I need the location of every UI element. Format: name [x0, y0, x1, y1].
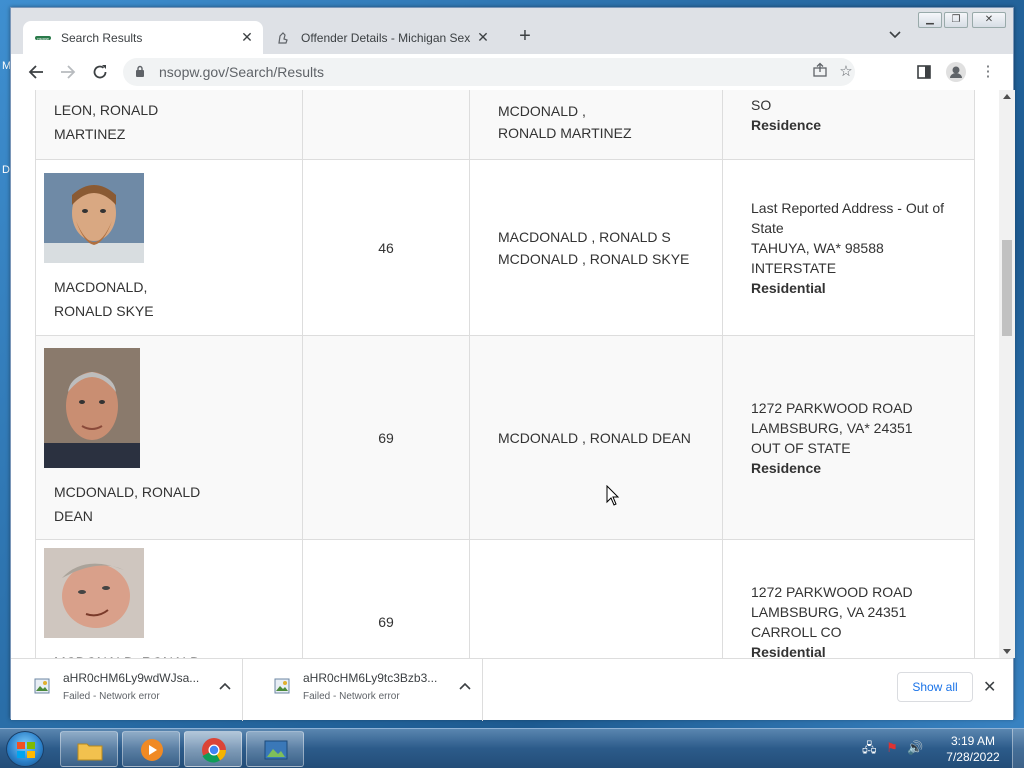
side-panel-icon[interactable] [911, 59, 937, 85]
chevron-up-icon[interactable] [219, 679, 231, 693]
tab-strip: nsopw Search Results ✕ Offender Details … [11, 8, 1013, 54]
url-text: nsopw.gov/Search/Results [159, 64, 324, 80]
scrollbar-thumb[interactable] [1002, 240, 1012, 336]
volume-icon[interactable]: 🔊 [907, 740, 923, 755]
age-cell: 69 [302, 335, 470, 540]
forward-arrow-icon[interactable] [55, 59, 81, 85]
clock-date: 7/28/2022 [946, 750, 1000, 764]
reload-icon[interactable] [87, 59, 113, 85]
offender-photo[interactable] [44, 548, 144, 638]
image-file-icon [33, 677, 51, 700]
taskbar-chrome-button[interactable] [184, 731, 242, 767]
close-tab-icon[interactable]: ✕ [237, 29, 257, 46]
table-row: MCDONALD, RONALD DEAN 69 MCDONALD , RONA… [35, 335, 975, 540]
image-viewer-icon [264, 740, 288, 760]
taskbar-media-player-button[interactable] [122, 731, 180, 767]
table-row: LEON, RONALD MARTINEZ MCDONALD , RONALD … [35, 90, 975, 160]
chevron-up-icon[interactable] [459, 679, 471, 693]
tab-offender-details[interactable]: Offender Details - Michigan Sex Offender… [263, 21, 499, 54]
bookmark-star-icon[interactable]: ☆ [835, 62, 857, 82]
age-cell: 69 [302, 539, 470, 658]
aliases-cell: MCDONALD , RONALD MARTINEZ [469, 90, 723, 160]
tab-title: Offender Details - Michigan Sex Offender [301, 30, 473, 45]
chrome-icon [202, 738, 226, 763]
window-close-button[interactable]: ✕ [972, 12, 1006, 28]
name-cell: MACDONALD, RONALD SKYE [35, 159, 303, 336]
name-cell: MCDONALD, RONALD [35, 539, 303, 658]
offender-photo[interactable] [44, 172, 144, 263]
download-filename: aHR0cHM6Ly9tc3Bzb3... [303, 671, 438, 685]
taskbar-clock[interactable]: 3:19 AM 7/28/2022 [938, 733, 1008, 765]
taskbar-image-viewer-button[interactable] [246, 731, 304, 767]
aliases-cell: MCDONALD , RONALD DEAN [469, 335, 723, 540]
results-table: LEON, RONALD MARTINEZ MCDONALD , RONALD … [35, 90, 975, 658]
show-desktop-button[interactable] [1012, 729, 1024, 768]
offender-name-link[interactable]: MACDONALD, RONALD SKYE [44, 275, 294, 323]
mouse-cursor-icon [606, 485, 620, 506]
tab-search-results[interactable]: nsopw Search Results ✕ [23, 21, 263, 54]
close-tab-icon[interactable]: ✕ [473, 29, 493, 46]
restore-button[interactable]: ❐ [944, 12, 968, 28]
new-tab-plus-icon[interactable]: + [513, 25, 537, 49]
michigan-map-icon [275, 31, 291, 44]
download-status: Failed - Network error [303, 691, 400, 702]
address-cell: SO Residence [722, 90, 975, 160]
image-file-icon [273, 677, 291, 700]
media-player-icon [141, 739, 163, 761]
taskbar-explorer-button[interactable] [60, 731, 118, 767]
address-cell: 1272 PARKWOOD ROAD LAMBSBURG, VA* 24351 … [722, 335, 975, 540]
menu-kebab-icon[interactable]: ⋮ [975, 59, 1001, 85]
download-item[interactable]: aHR0cHM6Ly9wdWJsa... Failed - Network er… [11, 659, 243, 721]
age-cell [302, 90, 470, 160]
scroll-down-arrow-icon[interactable] [1003, 649, 1011, 654]
name-cell: MCDONALD, RONALD DEAN [35, 335, 303, 540]
browser-window: nsopw Search Results ✕ Offender Details … [10, 7, 1015, 721]
offender-name-link[interactable]: MCDONALD, RONALD [44, 650, 294, 658]
windows-taskbar: 🖧 ⚑ 🔊 3:19 AM 7/28/2022 [0, 728, 1024, 768]
download-item[interactable]: aHR0cHM6Ly9tc3Bzb3... Failed - Network e… [251, 659, 483, 721]
system-tray: 🖧 ⚑ 🔊 [862, 739, 924, 761]
show-all-button[interactable]: Show all [897, 672, 973, 702]
desktop-icon-label: D [2, 164, 10, 176]
back-arrow-icon[interactable] [23, 59, 49, 85]
nsopw-favicon-icon: nsopw [35, 33, 51, 43]
download-filename: aHR0cHM6Ly9wdWJsa... [63, 671, 200, 685]
network-icon[interactable]: 🖧 [862, 740, 877, 755]
offender-name-link[interactable]: LEON, RONALD MARTINEZ [44, 98, 294, 146]
download-status: Failed - Network error [63, 691, 160, 702]
close-download-bar-icon[interactable]: ✕ [983, 677, 996, 697]
folder-icon [77, 743, 103, 761]
aliases-cell [469, 539, 723, 658]
browser-toolbar: nsopw.gov/Search/Results ☆ ⋮ [11, 54, 1013, 90]
svg-text:nsopw: nsopw [37, 36, 49, 41]
vertical-scrollbar[interactable] [999, 90, 1015, 658]
start-button[interactable] [6, 731, 44, 767]
page-viewport: LEON, RONALD MARTINEZ MCDONALD , RONALD … [11, 90, 999, 658]
scroll-up-arrow-icon[interactable] [1003, 94, 1011, 99]
minimize-button[interactable]: ▁ [918, 12, 942, 28]
name-cell: LEON, RONALD MARTINEZ [35, 90, 303, 160]
table-row: MACDONALD, RONALD SKYE 46 MACDONALD , RO… [35, 159, 975, 336]
tab-title: Search Results [61, 30, 143, 45]
address-cell: Last Reported Address - Out of State TAH… [722, 159, 975, 336]
age-cell: 46 [302, 159, 470, 336]
profile-avatar-icon[interactable] [943, 59, 969, 85]
offender-name-link[interactable]: MCDONALD, RONALD DEAN [44, 480, 294, 528]
aliases-cell: MACDONALD , RONALD S MCDONALD , RONALD S… [469, 159, 723, 336]
action-center-flag-icon[interactable]: ⚑ [886, 740, 898, 755]
clock-time: 3:19 AM [950, 734, 996, 748]
address-cell: 1272 PARKWOOD ROAD LAMBSBURG, VA 24351 C… [722, 539, 975, 658]
lock-icon[interactable] [135, 65, 145, 83]
address-bar[interactable]: nsopw.gov/Search/Results ☆ [123, 58, 855, 86]
download-bar: aHR0cHM6Ly9wdWJsa... Failed - Network er… [11, 658, 1013, 721]
share-icon[interactable] [809, 62, 831, 82]
offender-photo[interactable] [44, 347, 140, 468]
tab-search-chevron-icon[interactable] [883, 26, 907, 50]
table-row: MCDONALD, RONALD 69 1272 PARKWOOD ROAD L… [35, 539, 975, 658]
